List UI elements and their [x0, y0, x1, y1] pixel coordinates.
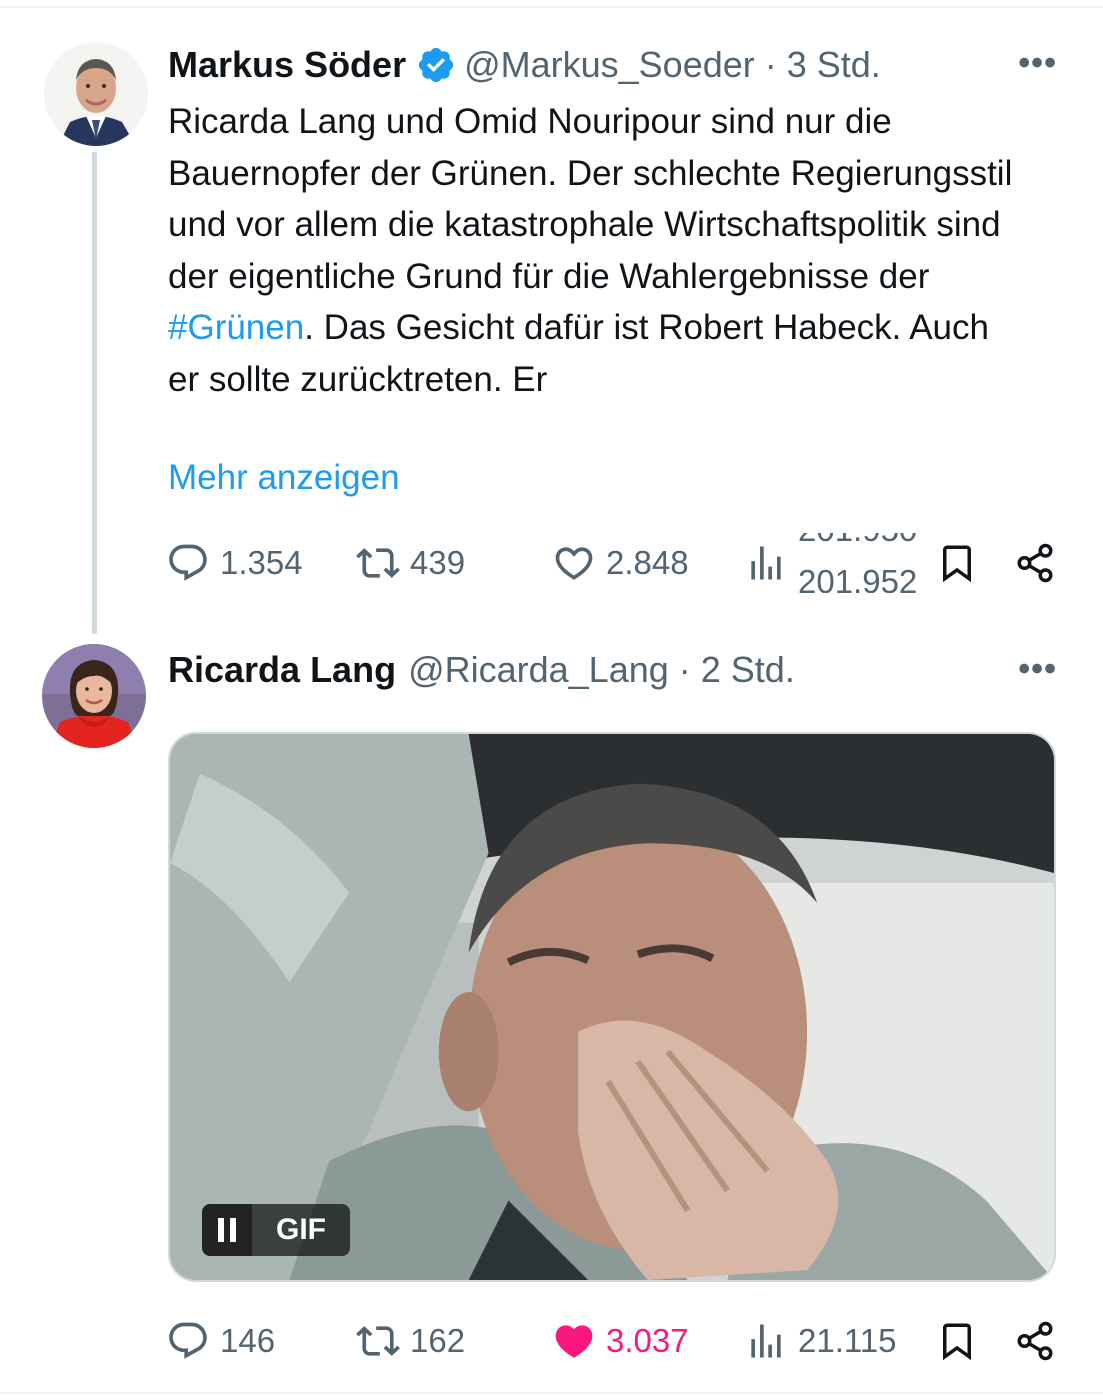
bookmark-icon: [943, 545, 971, 583]
tweet-timestamp[interactable]: 2 Std.: [701, 649, 795, 691]
views-button[interactable]: 201.950 201.952: [744, 533, 928, 593]
retweet-button[interactable]: 439: [356, 533, 465, 593]
author-handle[interactable]: @Markus_Soeder: [464, 44, 755, 86]
tweet-timestamp[interactable]: 3 Std.: [787, 44, 881, 86]
avatar-ricarda-lang[interactable]: [42, 644, 146, 748]
share-icon: [1017, 543, 1053, 583]
reply-icon: [169, 1322, 207, 1359]
reply-count: 1.354: [220, 544, 303, 581]
retweet-icon: [356, 1326, 400, 1356]
separator-dot: ·: [678, 649, 691, 690]
like-count: 3.037: [606, 1322, 689, 1359]
bottom-divider: [0, 1392, 1103, 1394]
retweet-icon: [356, 548, 400, 578]
reply-count: 146: [220, 1322, 276, 1359]
author-name[interactable]: Ricarda Lang: [168, 649, 396, 691]
reply-button[interactable]: 146: [166, 1311, 275, 1371]
tweet1-header: Markus Söder @Markus_Soeder · 3 Std.: [168, 40, 881, 90]
show-more-link[interactable]: Mehr anzeigen: [168, 458, 400, 498]
more-icon[interactable]: •••: [1018, 650, 1057, 689]
tweet1-text: Ricarda Lang und Omid Nouripour sind nur…: [168, 96, 1028, 405]
views-counter: 201.950 201.952: [798, 533, 928, 593]
reply-button[interactable]: 1.354: [166, 533, 303, 593]
like-count: 2.848: [606, 544, 689, 581]
gif-controls: GIF: [202, 1204, 350, 1256]
separator-dot: ·: [764, 44, 777, 85]
retweet-button[interactable]: 162: [356, 1311, 465, 1371]
top-divider: [0, 6, 1103, 8]
tweet2-header: Ricarda Lang @Ricarda_Lang · 2 Std.: [168, 645, 795, 695]
like-button[interactable]: 3.037: [552, 1311, 689, 1371]
bookmark-button[interactable]: [936, 1311, 978, 1371]
views-icon: [751, 1324, 781, 1358]
hashtag-link[interactable]: #Grünen: [168, 308, 304, 347]
tweet2-action-bar: 146 162 3.037 21.115: [0, 1311, 1103, 1371]
share-button[interactable]: [1014, 1311, 1056, 1371]
verified-badge-icon[interactable]: [416, 45, 456, 85]
share-button[interactable]: [1014, 533, 1056, 593]
gif-frame-image: [170, 734, 1054, 1280]
reply-icon: [169, 544, 207, 581]
tweet1-action-bar: 1.354 439 2.848 201.950 201.952: [0, 533, 1103, 593]
views-button[interactable]: 21.115: [744, 1311, 896, 1371]
views-count-previous: 201.950: [798, 533, 917, 549]
bookmark-button[interactable]: [936, 533, 978, 593]
views-count: 201.952: [798, 563, 918, 593]
author-handle[interactable]: @Ricarda_Lang: [408, 649, 669, 691]
more-icon[interactable]: •••: [1018, 44, 1057, 83]
pause-icon[interactable]: [202, 1204, 252, 1256]
like-button[interactable]: 2.848: [552, 533, 689, 593]
views-icon: [751, 546, 781, 580]
gif-badge: GIF: [252, 1204, 350, 1256]
avatar-image: [44, 42, 148, 146]
tweet-text-part: Ricarda Lang und Omid Nouripour sind nur…: [168, 102, 1013, 296]
avatar-image: [42, 644, 146, 748]
retweet-count: 162: [410, 1322, 466, 1359]
avatar-markus-soeder[interactable]: [44, 42, 148, 146]
retweet-count: 439: [410, 544, 466, 581]
share-icon: [1017, 1321, 1053, 1361]
like-icon: [555, 1325, 593, 1358]
like-icon: [555, 547, 593, 580]
bookmark-icon: [943, 1323, 971, 1361]
gif-media[interactable]: GIF: [168, 732, 1056, 1282]
views-count: 21.115: [798, 1322, 897, 1359]
author-name[interactable]: Markus Söder: [168, 44, 406, 86]
